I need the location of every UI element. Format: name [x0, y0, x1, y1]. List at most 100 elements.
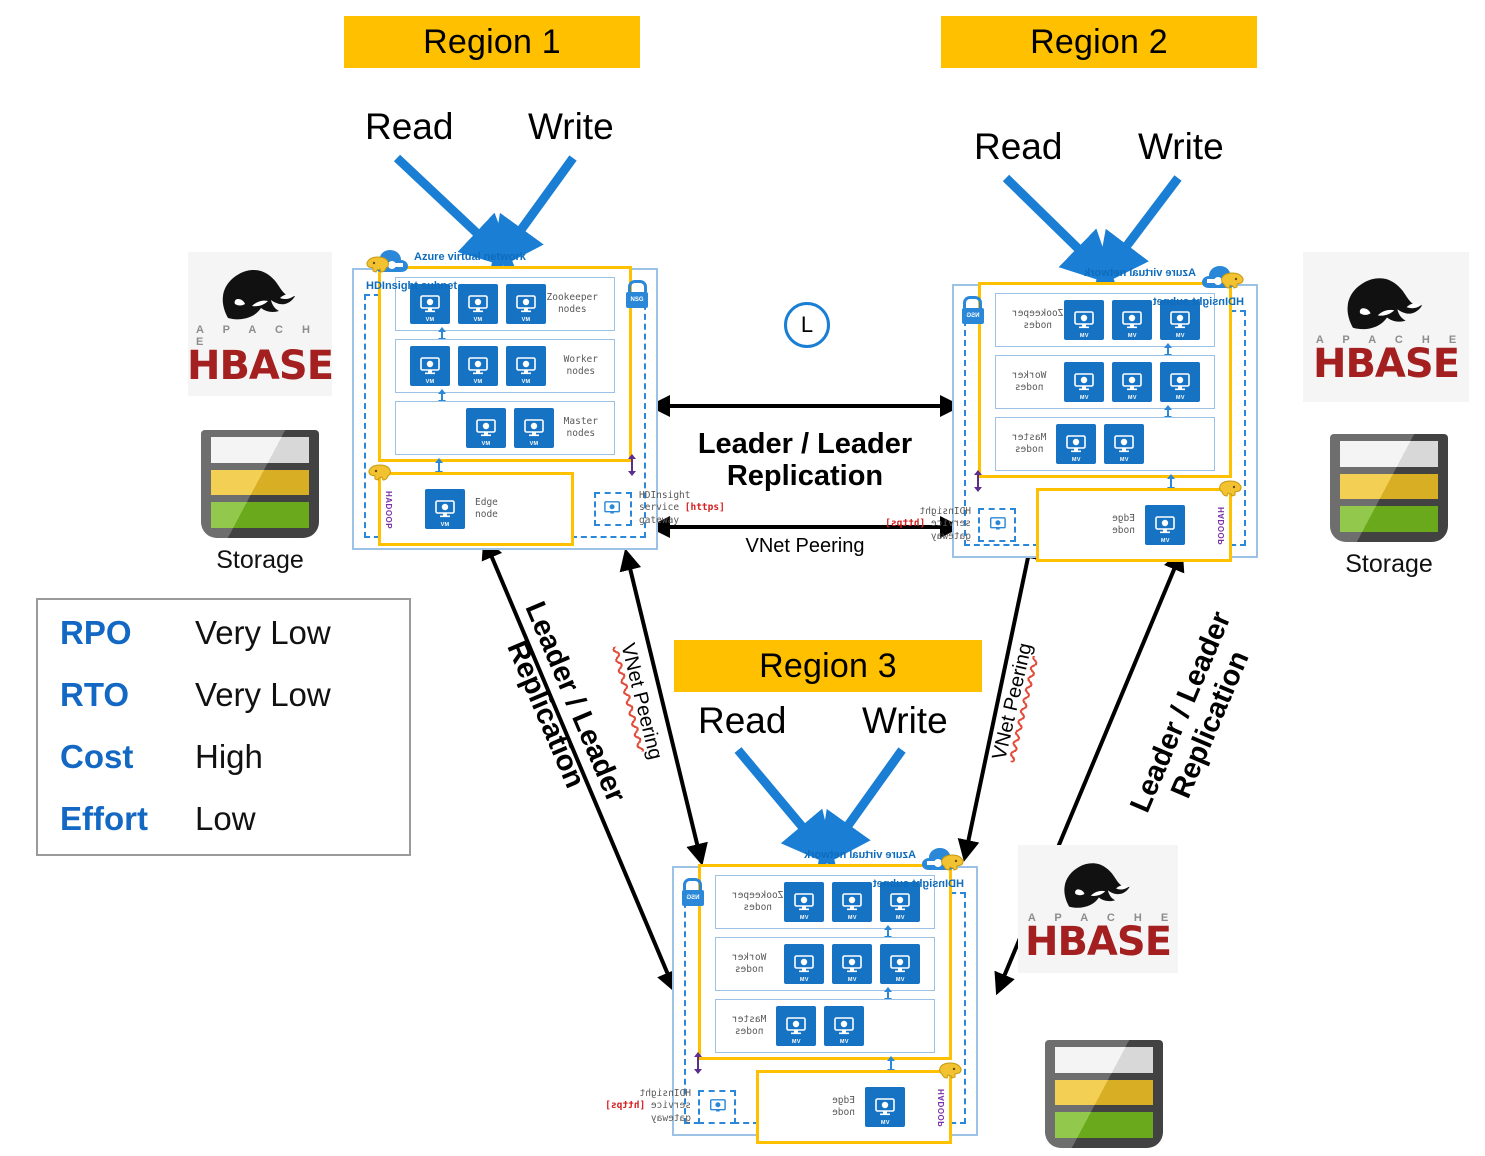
subnet-label: HDInsight subnet [366, 280, 458, 292]
edge-label-line2: node [832, 1107, 855, 1118]
storage-icon [1330, 434, 1448, 542]
vm-label: VM [1119, 457, 1129, 463]
vm-tile: VM [824, 1006, 864, 1046]
metrics-panel: RPO Very Low RTO Very Low Cost High Effo… [36, 598, 411, 856]
edge-vm-tile: VM [425, 489, 465, 529]
orca-icon [1347, 278, 1423, 330]
worker-vm-group: VM VM VM [1064, 362, 1200, 402]
edge-node-box: HADOOP VM Edge node [1036, 480, 1242, 562]
vm-label: VM [799, 977, 809, 983]
nsg-lock-icon: NSG [682, 878, 704, 906]
vm-label: VM [799, 915, 809, 921]
hadoop-elephant-icon [939, 1062, 962, 1079]
vm-label: VM [521, 317, 531, 323]
storage-left: Storage [201, 430, 319, 575]
hadoop-elephant-icon [1219, 480, 1242, 497]
vm-tile: VM [776, 1006, 816, 1046]
gateway-line1: HDInsight [639, 1088, 691, 1099]
hadoop-elephant-icon [368, 464, 391, 481]
worker-label-line2: nodes [1014, 382, 1044, 393]
gateway-line2: service [https] [639, 502, 725, 514]
storage-left-label: Storage [216, 546, 304, 574]
nsg-shackle [963, 296, 983, 308]
storage-band-white [1055, 1047, 1153, 1073]
hbase-logo-bottom: A P A C H E HBASE [1018, 845, 1178, 973]
metrics-key-rto: RTO [60, 676, 130, 713]
metrics-row: RTO Very Low [60, 676, 409, 738]
zookeeper-worker-connector [1167, 347, 1169, 355]
hadoop-core-box: VM VM VM Zookeeper nodes VM VM VM Worker… [978, 272, 1244, 478]
zookeeper-label-line2: nodes [1023, 320, 1053, 331]
edge-node-box: HADOOP VM Edge node [756, 1062, 962, 1144]
edge-label-line1: Edge [475, 497, 498, 509]
region-banner-3-label: Region 3 [759, 647, 897, 685]
storage-band-yellow [1055, 1079, 1153, 1106]
storage-band-white [211, 437, 309, 463]
zookeeper-row-label: Zookeeper nodes [732, 890, 783, 914]
metrics-row: Cost High [60, 738, 409, 800]
hadoop-label: HADOOP [1217, 507, 1226, 546]
hadoop-elephant-icon [1221, 272, 1244, 289]
vm-label: VM [425, 317, 435, 323]
edge-node-label: Edge node [832, 1095, 855, 1119]
metrics-row: Effort Low [60, 800, 409, 862]
hadoop-label: HADOOP [384, 491, 393, 530]
gateway-https-tag: [https] [885, 518, 926, 530]
vm-tile: VM [466, 408, 506, 448]
zookeeper-row-label: Zookeeper nodes [1012, 308, 1063, 332]
gateway-line2: service [https] [605, 1100, 691, 1112]
orca-icon [222, 270, 295, 320]
master-label-line2: nodes [1014, 444, 1044, 455]
core-edge-connector [438, 462, 440, 472]
horizontal-replication-label: Leader / Leader Replication [655, 428, 955, 493]
master-vm-group: VM VM [776, 1006, 864, 1046]
vm-tile: VM [1112, 300, 1152, 340]
hadoop-core-box: VM VM VM Zookeeper nodes VM VM VM Worker… [698, 854, 964, 1060]
master-label-line1: Master [732, 1014, 767, 1026]
worker-master-connector [887, 991, 889, 999]
vm-label: VM [847, 915, 857, 921]
core-edge-connector [890, 1060, 892, 1070]
edge-vm-tile: VM [865, 1087, 905, 1127]
vm-label: VM [1079, 395, 1089, 401]
vm-tile: VM [1160, 362, 1200, 402]
vm-label: VM [895, 915, 905, 921]
vm-label: VM [880, 1120, 890, 1126]
gateway-line3: gateway [650, 1112, 691, 1124]
gateway-line1: HDInsight [639, 490, 691, 501]
gateway-icon [978, 507, 1016, 542]
zookeeper-label-line1: Zookeeper [732, 890, 784, 902]
edge-vm-tile: VM [1145, 505, 1185, 545]
vm-label: VM [1079, 333, 1089, 339]
metrics-value-rto: Very Low [195, 676, 331, 713]
worker-master-connector [1167, 409, 1169, 417]
region1-read-label: Read [365, 106, 454, 147]
vm-label: VM [481, 441, 491, 447]
vm-label: VM [1160, 538, 1170, 544]
storage-band-white [1340, 441, 1438, 467]
worker-row-label: Worker nodes [1012, 370, 1046, 394]
gateway-connector [697, 1056, 699, 1070]
vm-tile: VM [458, 346, 498, 386]
gateway-label: HDInsight service [https] gateway [639, 490, 725, 527]
metrics-key-cost: Cost [60, 738, 134, 775]
storage-icon [1045, 1040, 1163, 1148]
node-row-worker: VM VM VM Worker nodes [395, 339, 615, 393]
master-row-label: Master nodes [1012, 432, 1046, 456]
zookeeper-label-line2: nodes [557, 304, 587, 315]
storage-right: Storage [1330, 434, 1448, 579]
vm-label: VM [440, 522, 450, 528]
hdinsight-cluster-region2: Azure virtual network HDInsight subnet N… [885, 266, 1258, 562]
vm-tile: VM [514, 408, 554, 448]
hdinsight-gateway: HDInsight service [https] gateway [885, 506, 1016, 543]
node-row-worker: VM VM VM Worker nodes [715, 937, 935, 991]
nsg-body: NSG [626, 292, 648, 308]
vm-label: VM [1127, 395, 1137, 401]
edge-node-label: Edge node [1112, 513, 1135, 537]
storage-band-yellow [211, 469, 309, 496]
vm-tile: VM [784, 944, 824, 984]
vm-tile: VM [1104, 424, 1144, 464]
hdinsight-gateway: HDInsight service [https] gateway [594, 490, 725, 527]
storage-band-green [1340, 506, 1438, 533]
node-row-master: VM VM Master nodes [715, 999, 935, 1053]
